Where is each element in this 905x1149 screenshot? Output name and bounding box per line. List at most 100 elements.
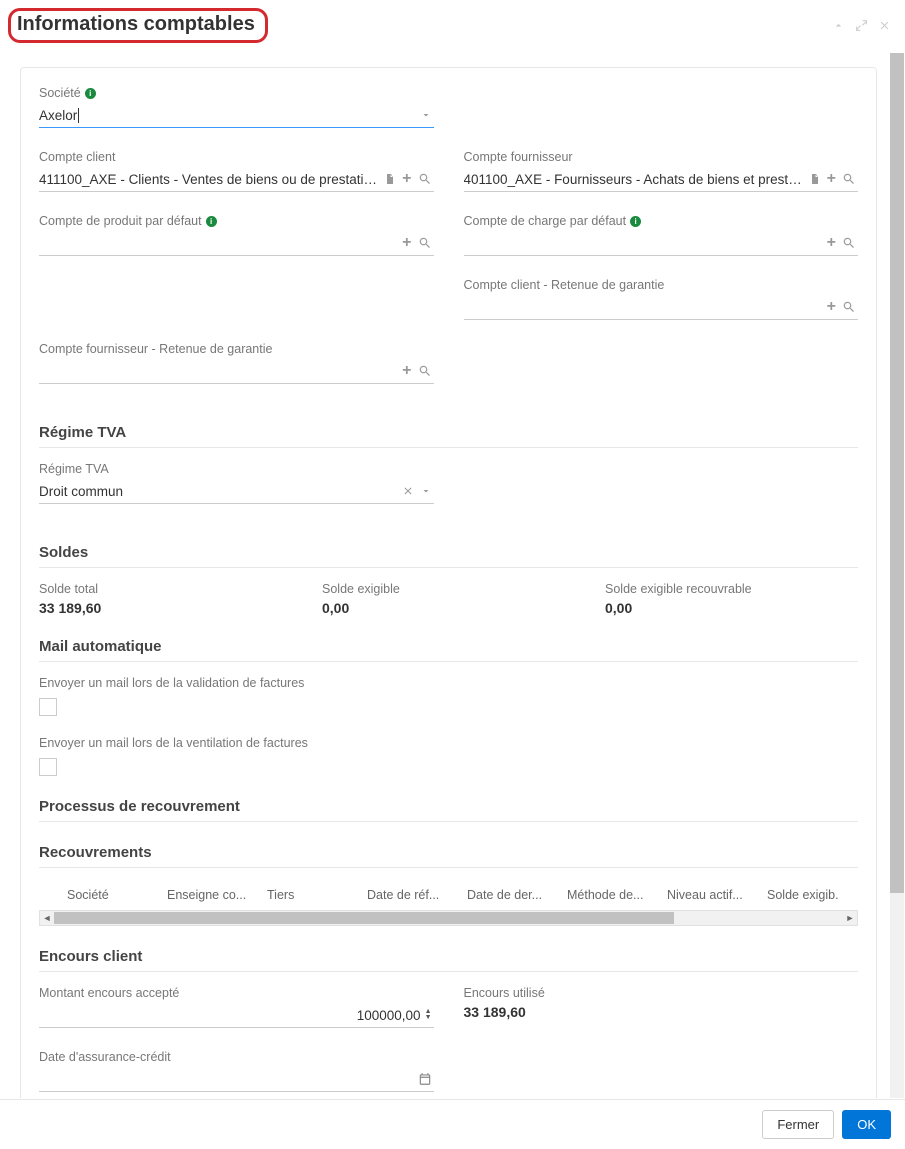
search-icon[interactable] xyxy=(418,364,432,378)
modal-header: Informations comptables xyxy=(0,0,905,53)
company-field: Société i Axelor xyxy=(39,86,434,128)
recovery-process-section-title: Processus de recouvrement xyxy=(39,798,858,815)
doc-icon[interactable] xyxy=(809,173,821,185)
search-icon[interactable] xyxy=(418,172,432,186)
supplier-retention-input[interactable]: + xyxy=(39,360,434,384)
vertical-scrollbar-thumb[interactable] xyxy=(890,53,904,893)
client-account-field: Compte client 411100_AXE - Clients - Ven… xyxy=(39,150,434,192)
search-icon[interactable] xyxy=(418,236,432,250)
company-label: Société xyxy=(39,86,81,100)
table-col[interactable]: Méthode de... xyxy=(567,888,667,902)
search-icon[interactable] xyxy=(842,300,856,314)
client-retention-label: Compte client - Retenue de garantie xyxy=(464,278,859,292)
number-spinner[interactable]: ▲▼ xyxy=(425,1009,432,1021)
modal-header-actions xyxy=(832,19,891,32)
supplier-retention-field: Compte fournisseur - Retenue de garantie… xyxy=(39,342,434,384)
divider xyxy=(39,447,858,448)
supplier-account-label: Compte fournisseur xyxy=(464,150,859,164)
table-col[interactable]: Société xyxy=(67,888,167,902)
divider xyxy=(39,867,858,868)
modal-body: Société i Axelor xyxy=(0,53,905,1098)
table-col[interactable]: Enseigne co... xyxy=(167,888,267,902)
calendar-icon[interactable] xyxy=(418,1072,432,1086)
table-col[interactable]: Solde exigib. xyxy=(767,888,857,902)
credit-accepted-field: Montant encours accepté 100000,00 ▲▼ xyxy=(39,986,434,1028)
plus-icon[interactable]: + xyxy=(402,171,411,187)
product-default-field: Compte de produit par défaut i + xyxy=(39,214,434,256)
search-icon[interactable] xyxy=(842,172,856,186)
insurance-date-field: Date d'assurance-crédit xyxy=(39,1050,434,1092)
search-icon[interactable] xyxy=(842,236,856,250)
scroll-left-arrow[interactable]: ◄ xyxy=(40,911,54,925)
mail-ventilation-field: Envoyer un mail lors de la ventilation d… xyxy=(39,736,858,776)
divider xyxy=(39,661,858,662)
collapse-icon[interactable] xyxy=(832,19,845,32)
divider xyxy=(39,567,858,568)
chevron-down-icon[interactable] xyxy=(420,109,432,121)
balance-due-value: 0,00 xyxy=(322,600,575,616)
client-retention-input[interactable]: + xyxy=(464,296,859,320)
vat-section-title: Régime TVA xyxy=(39,424,858,441)
vat-input[interactable]: Droit commun xyxy=(39,480,434,504)
automail-section-title: Mail automatique xyxy=(39,638,858,655)
close-button[interactable]: Fermer xyxy=(762,1110,834,1139)
credit-used-label: Encours utilisé xyxy=(464,986,859,1000)
charge-default-input[interactable]: + xyxy=(464,232,859,256)
info-icon[interactable]: i xyxy=(630,216,641,227)
recovery-section-title: Recouvrements xyxy=(39,844,858,861)
insurance-date-label: Date d'assurance-crédit xyxy=(39,1050,434,1064)
balances-section-title: Soldes xyxy=(39,544,858,561)
mail-validation-label: Envoyer un mail lors de la validation de… xyxy=(39,676,858,690)
product-default-input[interactable]: + xyxy=(39,232,434,256)
info-icon[interactable]: i xyxy=(85,88,96,99)
modal-title: Informations comptables xyxy=(8,8,268,43)
plus-icon[interactable]: + xyxy=(402,363,411,379)
mail-ventilation-checkbox[interactable] xyxy=(39,758,57,776)
recovery-table-header: Société Enseigne co... Tiers Date de réf… xyxy=(39,882,858,910)
insurance-date-input[interactable] xyxy=(39,1068,434,1092)
credit-accepted-input[interactable]: 100000,00 ▲▼ xyxy=(39,1004,434,1028)
balance-total-value: 33 189,60 xyxy=(39,600,292,616)
table-col[interactable]: Date de der... xyxy=(467,888,567,902)
divider xyxy=(39,971,858,972)
close-icon[interactable] xyxy=(878,19,891,32)
plus-icon[interactable]: + xyxy=(827,235,836,251)
ok-button[interactable]: OK xyxy=(842,1110,891,1139)
client-account-label: Compte client xyxy=(39,150,434,164)
form-panel: Société i Axelor xyxy=(20,67,877,1098)
clear-icon[interactable] xyxy=(402,485,414,497)
charge-default-label: Compte de charge par défaut xyxy=(464,214,627,228)
balance-recoverable-value: 0,00 xyxy=(605,600,858,616)
credit-accepted-label: Montant encours accepté xyxy=(39,986,434,1000)
modal-footer: Fermer OK xyxy=(0,1099,905,1149)
scroll-right-arrow[interactable]: ► xyxy=(843,911,857,925)
horizontal-scrollbar-thumb[interactable] xyxy=(54,912,674,924)
balance-total-label: Solde total xyxy=(39,582,292,596)
plus-icon[interactable]: + xyxy=(827,299,836,315)
mail-ventilation-label: Envoyer un mail lors de la ventilation d… xyxy=(39,736,858,750)
vat-field: Régime TVA Droit commun xyxy=(39,462,434,504)
product-default-label: Compte de produit par défaut xyxy=(39,214,202,228)
company-input[interactable]: Axelor xyxy=(39,104,434,128)
balance-due-label: Solde exigible xyxy=(322,582,575,596)
credit-used-field: Encours utilisé 33 189,60 xyxy=(464,986,859,1020)
plus-icon[interactable]: + xyxy=(827,171,836,187)
table-col[interactable]: Date de réf... xyxy=(367,888,467,902)
table-col[interactable]: Niveau actif... xyxy=(667,888,767,902)
plus-icon[interactable]: + xyxy=(402,235,411,251)
credit-used-value: 33 189,60 xyxy=(464,1004,859,1020)
chevron-down-icon[interactable] xyxy=(420,485,432,497)
info-icon[interactable]: i xyxy=(206,216,217,227)
modal-body-wrapper: Société i Axelor xyxy=(0,53,905,1098)
vat-label: Régime TVA xyxy=(39,462,434,476)
horizontal-scrollbar[interactable]: ◄ ► xyxy=(39,910,858,926)
client-retention-field: Compte client - Retenue de garantie + xyxy=(464,278,859,320)
expand-icon[interactable] xyxy=(855,19,868,32)
doc-icon[interactable] xyxy=(384,173,396,185)
table-col[interactable]: Tiers xyxy=(267,888,367,902)
mail-validation-checkbox[interactable] xyxy=(39,698,57,716)
supplier-account-input[interactable]: 401100_AXE - Fournisseurs - Achats de bi… xyxy=(464,168,859,192)
charge-default-field: Compte de charge par défaut i + xyxy=(464,214,859,256)
client-account-input[interactable]: 411100_AXE - Clients - Ventes de biens o… xyxy=(39,168,434,192)
supplier-account-field: Compte fournisseur 401100_AXE - Fourniss… xyxy=(464,150,859,192)
